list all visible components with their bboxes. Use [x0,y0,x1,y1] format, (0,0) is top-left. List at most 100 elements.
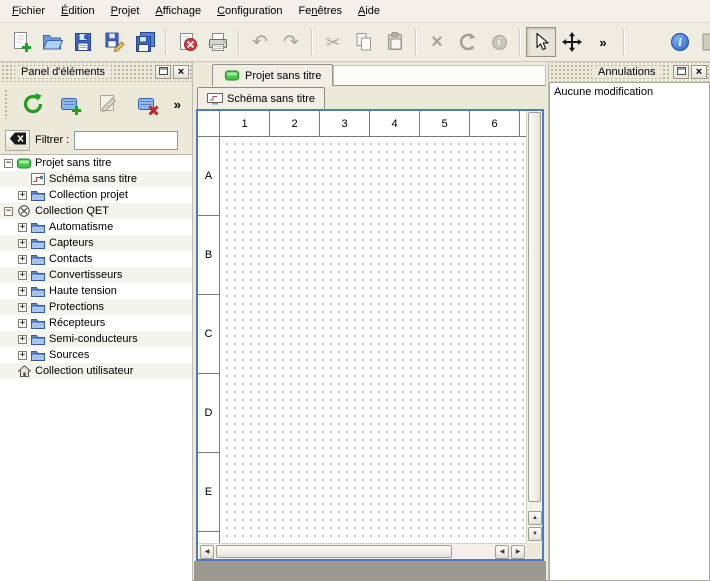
visualisation-mode-button[interactable] [557,27,587,57]
clear-filter-button[interactable] [5,130,30,151]
close-dock-icon: × [178,67,184,78]
menu-projet[interactable]: Projet [103,2,148,20]
tree-item-collection-qet[interactable]: −Collection QET [0,203,192,219]
menu-fenetres[interactable]: Fenêtres [291,2,350,20]
scroll-left-button[interactable]: ◀ [200,545,214,559]
delete-button[interactable]: × [422,27,452,57]
tree-item-recepteurs[interactable]: +Récepteurs [0,315,192,331]
tree-item-collection-utilisateur[interactable]: Collection utilisateur [0,363,192,379]
new-document-button[interactable] [6,27,36,57]
print-button[interactable] [203,27,233,57]
open-file-button[interactable] [37,27,67,57]
scroll-down-button[interactable]: ▼ [528,527,542,541]
float-dock-button[interactable] [155,65,171,79]
dock-buttons: × [152,65,189,79]
tabbar-empty-area [333,65,546,86]
selection-mode-button[interactable] [526,27,556,57]
menu-affichage[interactable]: Affichage [147,2,209,20]
row-header-c: C [198,295,219,374]
scroll-left-icon: ◀ [500,549,505,555]
tree-item-label: Semi-conducteurs [49,333,138,345]
panel-overflow-button[interactable]: » [169,87,186,121]
save-as-icon [103,31,125,53]
vertical-scrollbar-thumb[interactable] [528,112,541,502]
undo-button[interactable]: ↶ [245,27,275,57]
expand-icon[interactable]: + [18,191,27,200]
column-header-2: 2 [270,111,320,136]
tree-item-automatisme[interactable]: +Automatisme [0,219,192,235]
save-all-button[interactable] [130,27,160,57]
collapse-icon[interactable]: − [4,159,13,168]
cut-button[interactable]: ✂ [318,27,348,57]
filter-label: Filtrer : [35,134,69,146]
expand-icon[interactable]: + [18,351,27,360]
collapse-icon[interactable]: − [4,207,13,216]
column-header-1: 1 [220,111,270,136]
about-button[interactable]: i [665,27,695,57]
column-header-3: 3 [320,111,370,136]
expand-icon[interactable]: + [18,239,27,248]
expand-icon[interactable]: + [18,255,27,264]
tree-item-projet-sans-titre[interactable]: −Projet sans titre [0,155,192,171]
edit-element-button[interactable] [92,87,126,121]
column-header-6: 6 [470,111,520,136]
tree-item-collection-projet[interactable]: +Collection projet [0,187,192,203]
menu-fichier[interactable]: Fichier [4,2,53,20]
save-button[interactable] [68,27,98,57]
panel-overflow-icon: » [174,98,181,111]
row-header-a: A [198,137,219,216]
scroll-left-button-2[interactable]: ◀ [495,545,509,559]
menu-configuration[interactable]: Configuration [209,2,290,20]
vertical-scrollbar[interactable]: ▲ ▼ [526,111,542,543]
diagram-canvas[interactable] [220,137,526,543]
reload-collections-button[interactable] [16,87,50,121]
tree-item-contacts[interactable]: +Contacts [0,251,192,267]
tab-projet-sans-titre[interactable]: Projet sans titre [212,64,333,86]
toolbar-separator [623,29,625,55]
filter-input[interactable] [74,131,178,150]
folder-icon [30,286,46,297]
tree-item-schema-sans-titre[interactable]: Schéma sans titre [0,171,192,187]
edit-info-button[interactable]: i [484,27,514,57]
tree-item-semi-conducteurs[interactable]: + Semi-conducteurs [0,331,192,347]
close-file-button[interactable] [172,27,202,57]
expand-icon[interactable]: + [18,335,27,344]
horizontal-scrollbar[interactable]: ◀ ◀ ▶ [198,543,526,559]
close-dock-button[interactable]: × [691,65,707,79]
save-as-button[interactable] [99,27,129,57]
copy-button[interactable] [349,27,379,57]
tree-item-protections[interactable]: +Protections [0,299,192,315]
toolbar-group: ✂ [318,27,410,57]
elements-panel-titlebar[interactable]: Panel d'éléments × [0,62,192,82]
clipped-button[interactable] [696,27,710,57]
menu-aide[interactable]: Aide [350,2,388,20]
expand-icon[interactable]: + [18,223,27,232]
tree-item-convertisseurs[interactable]: +Convertisseurs [0,267,192,283]
rotate-button[interactable] [453,27,483,57]
tree-item-capteurs[interactable]: +Capteurs [0,235,192,251]
float-dock-button[interactable] [673,65,689,79]
diagram-tab-label: Schéma sans titre [227,93,315,105]
tab-schema-sans-titre[interactable]: Schéma sans titre [197,87,325,109]
toolbar-handle[interactable] [4,89,9,119]
expand-icon[interactable]: + [18,287,27,296]
undo-panel-titlebar[interactable]: Annulations × [549,62,710,82]
scroll-up-button[interactable]: ▲ [528,511,542,525]
tree-item-sources[interactable]: +Sources [0,347,192,363]
scroll-right-button[interactable]: ▶ [511,545,525,559]
elements-panel-dock: Panel d'éléments × » Filtrer : −Projet s… [0,62,193,581]
expand-icon[interactable]: + [18,303,27,312]
menu-edition[interactable]: Édition [53,2,103,20]
expand-icon[interactable]: + [18,319,27,328]
print-icon [207,31,229,53]
new-element-button[interactable] [54,87,88,121]
paste-button[interactable] [380,27,410,57]
horizontal-scrollbar-thumb[interactable] [216,545,452,558]
toolbar-overflow-button[interactable]: » [588,27,618,57]
toolbar-separator [311,29,313,55]
close-dock-button[interactable]: × [173,65,189,79]
expand-icon[interactable]: + [18,271,27,280]
redo-button[interactable]: ↷ [276,27,306,57]
delete-element-button[interactable] [131,87,165,121]
tree-item-haute-tension[interactable]: +Haute tension [0,283,192,299]
